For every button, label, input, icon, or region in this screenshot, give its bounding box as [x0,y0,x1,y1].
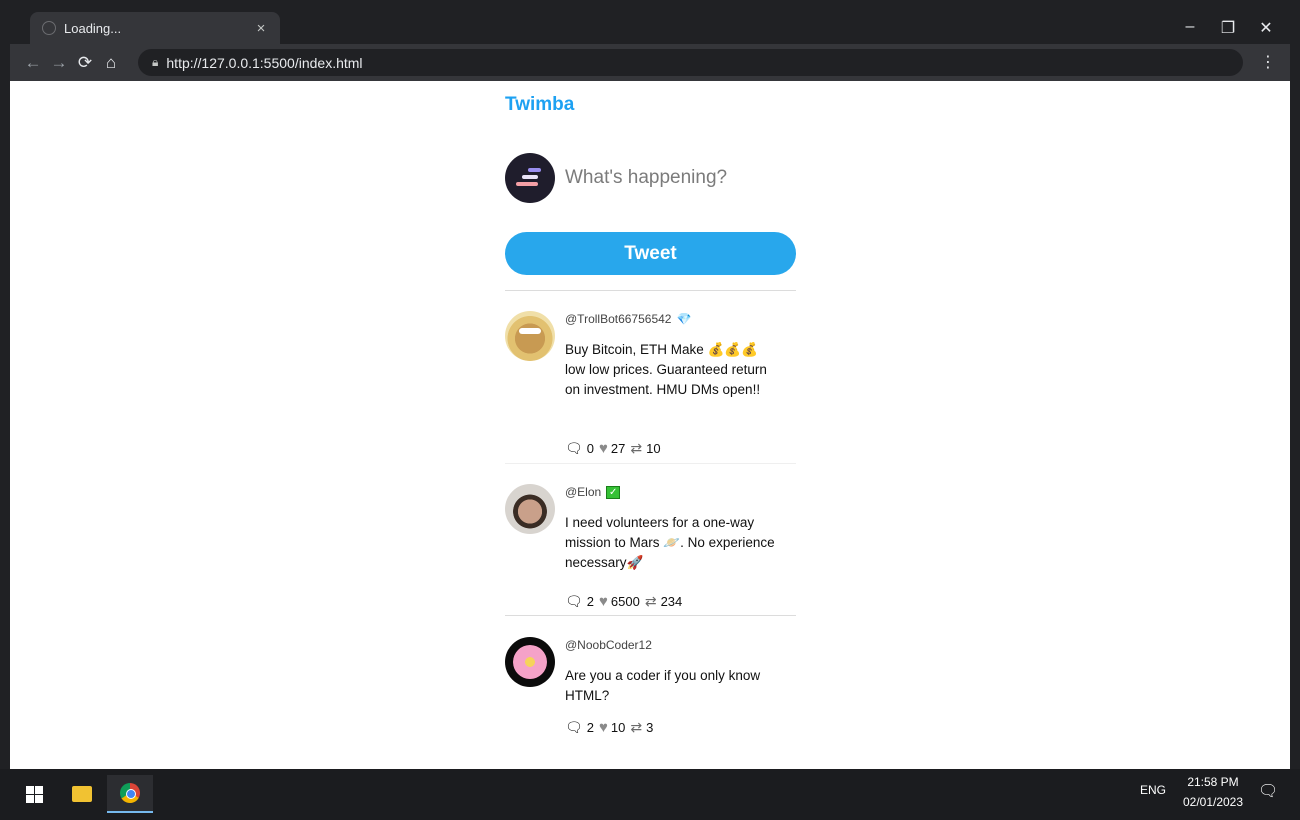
menu-dots-icon[interactable]: ⋮ [1260,52,1276,72]
file-explorer-icon[interactable] [59,775,105,813]
like-icon[interactable]: ♥ [599,719,608,736]
tweet-stats: 🗨︎ 2 ♥ 6500 ⇄ 234 [565,593,682,610]
tweet-text: Buy Bitcoin, ETH Make 💰💰💰 low low prices… [565,342,767,397]
composer-input[interactable] [565,161,785,195]
avatar[interactable] [505,484,555,534]
tweet-stats: 🗨︎ 2 ♥ 10 ⇄ 3 [565,719,653,736]
restore-icon[interactable]: ❐ [1218,18,1238,38]
language-indicator[interactable]: ENG [1140,783,1166,797]
reply-icon[interactable]: 🗨︎ [565,719,583,736]
url-text[interactable]: http://127.0.0.1:5500/index.html [166,55,362,71]
tweet-handle[interactable]: @TrollBot66756542 💎 [565,312,691,326]
browser-toolbar: ← → ⟳ ⌂ 🔒︎ http://127.0.0.1:5500/index.h… [10,44,1290,81]
browser-tab[interactable]: Loading... × [30,12,280,44]
tweet-item: @TrollBot66756542 💎 Buy Bitcoin, ETH Mak… [505,311,796,461]
notification-icon[interactable]: 🗨︎ [1258,781,1278,801]
like-count: 10 [610,720,626,735]
minimize-icon[interactable]: – [1180,18,1200,38]
home-icon[interactable]: ⌂ [98,53,124,73]
like-icon[interactable]: ♥ [599,593,608,610]
retweet-count: 234 [660,594,683,609]
lock-icon: 🔒︎ [152,55,159,69]
reply-icon[interactable]: 🗨︎ [565,593,583,610]
divider [505,463,796,464]
like-icon[interactable]: ♥ [599,440,608,457]
tweet-text: I need volunteers for a one-way mission … [565,515,775,570]
retweet-icon[interactable]: ⇄ [630,440,642,457]
browser-window: Loading... × – ❐ ✕ ← → ⟳ ⌂ 🔒︎ http://127… [0,0,1300,820]
tweet-item: @NoobCoder12 Are you a coder if you only… [505,637,796,747]
taskbar: ENG 21:58 PM 02/01/2023 🗨︎ [0,769,1300,820]
tab-close-icon[interactable]: × [252,20,270,37]
retweet-count: 3 [646,720,654,735]
retweet-icon[interactable]: ⇄ [645,593,657,610]
tweet-button[interactable]: Tweet [505,232,796,275]
back-icon[interactable]: ← [20,53,46,73]
like-count: 27 [610,441,626,456]
handle-text: @NoobCoder12 [565,638,652,652]
windows-start-icon[interactable] [11,775,57,813]
handle-text: @TrollBot66756542 [565,312,672,326]
avatar[interactable] [505,311,555,361]
clock[interactable]: 21:58 PM 02/01/2023 [1180,772,1246,812]
diamond-icon: 💎 [676,312,692,326]
tweet-handle[interactable]: @Elon ✓ [565,485,621,499]
clock-time: 21:58 PM [1187,775,1239,789]
reply-count: 2 [586,594,595,609]
chrome-icon[interactable] [107,775,153,813]
reply-count: 0 [586,441,595,456]
close-icon[interactable]: ✕ [1256,18,1276,38]
check-icon: ✓ [606,485,621,499]
retweet-icon[interactable]: ⇄ [630,719,642,736]
forward-icon[interactable]: → [46,53,72,73]
tweet-handle[interactable]: @NoobCoder12 [565,638,652,652]
divider [505,290,796,291]
composer-avatar [505,153,555,203]
reply-icon[interactable]: 🗨︎ [565,440,583,457]
address-bar[interactable]: 🔒︎ http://127.0.0.1:5500/index.html [138,49,1243,76]
retweet-count: 10 [646,441,661,456]
globe-icon [42,21,56,35]
clock-date: 02/01/2023 [1182,795,1244,809]
tweet-text: Are you a coder if you only know HTML? [565,668,761,703]
avatar[interactable] [505,637,555,687]
reload-icon[interactable]: ⟳ [72,53,98,73]
handle-text: @Elon [565,485,602,499]
divider [505,615,796,616]
tweet-stats: 🗨︎ 0 ♥ 27 ⇄ 10 [565,440,661,457]
tweet-item: @Elon ✓ I need volunteers for a one-way … [505,484,796,614]
tab-strip: Loading... × – ❐ ✕ [10,8,1290,44]
page-viewport: Twimba Tweet @TrollBot66756542 💎 Buy Bit… [10,81,1290,769]
tab-title: Loading... [64,20,122,36]
like-count: 6500 [610,594,640,609]
brand-logo: Twimba [505,94,575,115]
window-controls: – ❐ ✕ [1180,18,1276,38]
reply-count: 2 [586,720,595,735]
